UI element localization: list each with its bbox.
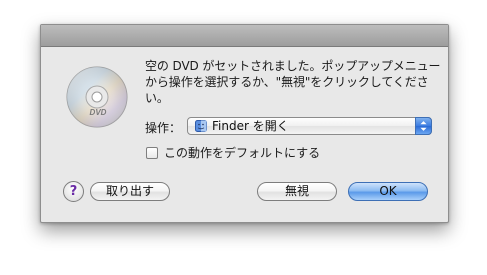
default-action-checkbox[interactable] [146, 147, 158, 159]
action-label: 操作： [145, 121, 182, 135]
dialog-title-bar[interactable] [41, 25, 448, 47]
dvd-disc-icon: DVD [66, 66, 128, 128]
screen: DVD 空の DVD がセットされました。ポップアップメニューから操作を選択する… [0, 0, 487, 275]
ok-button[interactable]: OK [348, 182, 428, 201]
action-popup-menu[interactable]: Finder を開く [187, 117, 432, 135]
dialog-message: 空の DVD がセットされました。ポップアップメニューから操作を選択するか、"無… [145, 59, 441, 105]
help-button[interactable]: ? [63, 181, 84, 202]
finder-icon [195, 120, 207, 132]
blank-dvd-dialog: DVD 空の DVD がセットされました。ポップアップメニューから操作を選択する… [40, 24, 449, 223]
action-popup-value: Finder を開く [212, 119, 289, 133]
dvd-logo-text: DVD [90, 108, 107, 117]
default-action-checkbox-label[interactable]: この動作をデフォルトにする [164, 145, 320, 161]
ignore-button[interactable]: 無視 [257, 182, 337, 201]
eject-button[interactable]: 取り出す [90, 182, 170, 201]
popup-up-down-arrows-icon [415, 117, 432, 135]
